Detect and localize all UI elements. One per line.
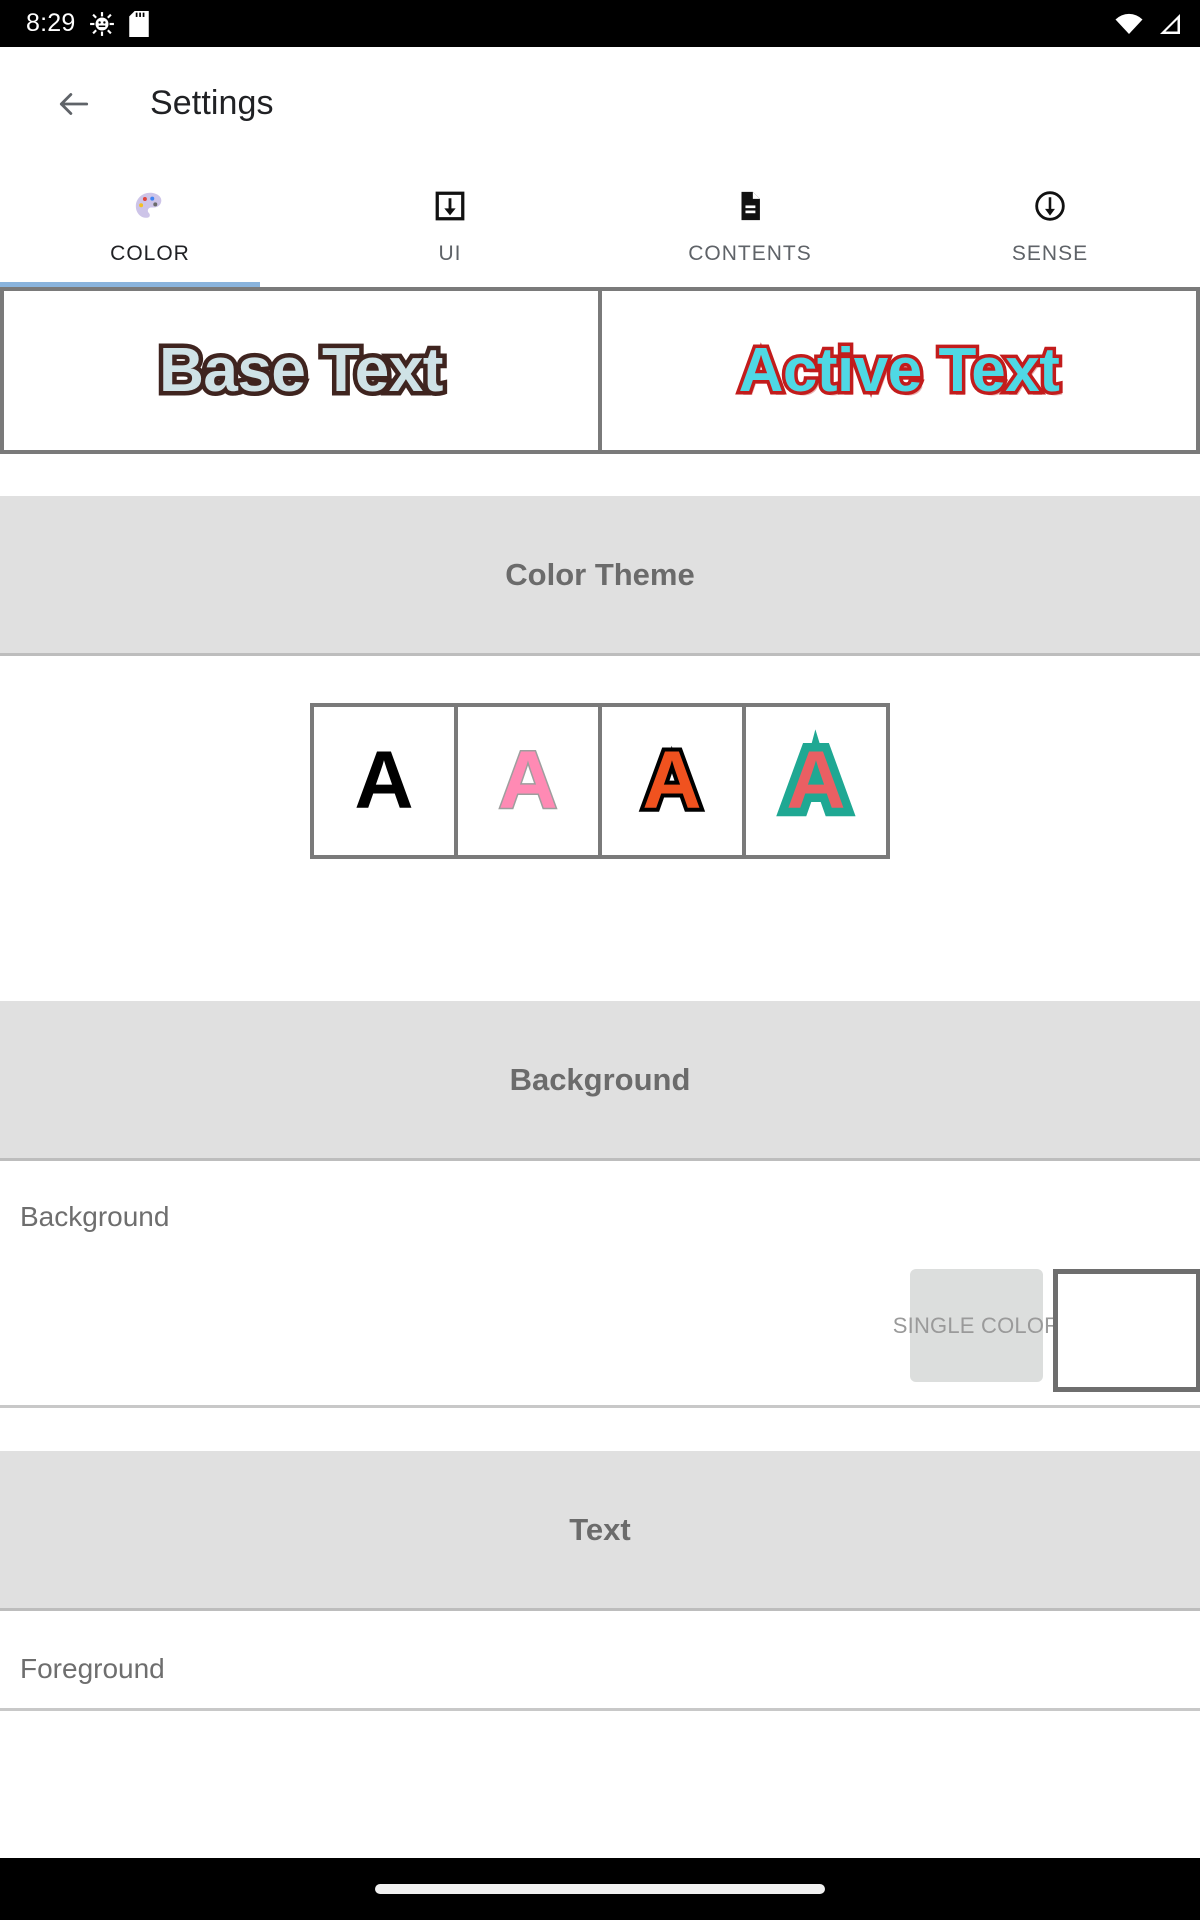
palette-icon <box>133 187 167 225</box>
theme-letter-a: A <box>638 734 705 826</box>
tab-contents[interactable]: CONTENTS <box>600 160 900 287</box>
page-title: Settings <box>150 84 274 122</box>
status-bar: 8:29 <box>0 0 1200 47</box>
section-header-color-theme: Color Theme <box>0 496 1200 656</box>
tab-bar: COLOR UI CONTENTS SENSE <box>0 160 1200 287</box>
tab-ui-label: UI <box>438 242 462 265</box>
background-color-chip[interactable] <box>1053 1269 1200 1392</box>
active-text-preview[interactable]: Active Text <box>602 291 1196 450</box>
app-bar: Settings <box>0 47 1200 160</box>
background-title: Background <box>509 1061 691 1097</box>
text-preview-strip: Base Text Active Text <box>0 287 1200 454</box>
foreground-setting-row[interactable]: Foreground <box>0 1611 1200 1711</box>
theme-letter-a: A <box>497 734 559 826</box>
back-button[interactable] <box>48 78 100 130</box>
sd-card-icon <box>129 10 150 37</box>
tab-color-label: COLOR <box>110 242 190 265</box>
single-color-button[interactable]: SINGLE COLOR <box>893 1269 1060 1382</box>
wifi-icon <box>1114 12 1144 36</box>
single-color-button-label: SINGLE COLOR <box>892 1312 1061 1338</box>
base-text-sample: Base Text <box>155 332 448 410</box>
theme-swatch-orange[interactable]: A <box>602 706 742 855</box>
active-text-sample: Active Text <box>735 333 1063 409</box>
tab-color[interactable]: COLOR <box>0 160 300 287</box>
circle-down-arrow-icon <box>1033 187 1067 225</box>
text-title: Text <box>569 1511 631 1547</box>
active-tab-indicator <box>0 282 260 287</box>
document-icon <box>733 187 767 225</box>
color-theme-swatch-row: A A A A <box>0 656 1200 905</box>
background-setting-row[interactable]: Background SINGLE COLOR <box>0 1161 1200 1408</box>
tab-ui[interactable]: UI <box>300 160 600 287</box>
theme-letter-a: A <box>778 731 854 830</box>
system-navigation-bar <box>0 1858 1200 1920</box>
spacer-above-background <box>0 905 1200 1001</box>
theme-swatch-teal[interactable]: A <box>746 706 886 855</box>
back-arrow-icon <box>59 92 89 115</box>
tab-contents-label: CONTENTS <box>688 242 812 265</box>
color-theme-title: Color Theme <box>505 556 695 592</box>
home-indicator-pill[interactable] <box>375 1884 825 1894</box>
cellular-signal-icon <box>1156 12 1182 36</box>
section-header-text: Text <box>0 1451 1200 1611</box>
background-row-label: Background <box>20 1201 170 1232</box>
spacer-above-color-theme <box>0 454 1200 496</box>
spacer-above-text <box>0 1408 1200 1451</box>
tab-sense[interactable]: SENSE <box>900 160 1200 287</box>
android-debug-icon <box>89 11 115 37</box>
foreground-row-label: Foreground <box>20 1653 165 1684</box>
download-box-icon <box>433 187 467 225</box>
theme-letter-a: A <box>354 734 414 826</box>
section-header-background: Background <box>0 1001 1200 1161</box>
status-time: 8:29 <box>26 9 76 37</box>
tab-sense-label: SENSE <box>1011 242 1089 265</box>
base-text-preview[interactable]: Base Text <box>4 291 598 450</box>
status-bar-left: 8:29 <box>26 9 150 38</box>
theme-swatch-plain-black[interactable]: A <box>314 706 454 855</box>
theme-swatch-pink[interactable]: A <box>458 706 598 855</box>
background-row-controls: SINGLE COLOR <box>893 1269 1200 1392</box>
color-theme-swatch-group: A A A A <box>310 702 890 859</box>
status-bar-right <box>1114 12 1182 36</box>
